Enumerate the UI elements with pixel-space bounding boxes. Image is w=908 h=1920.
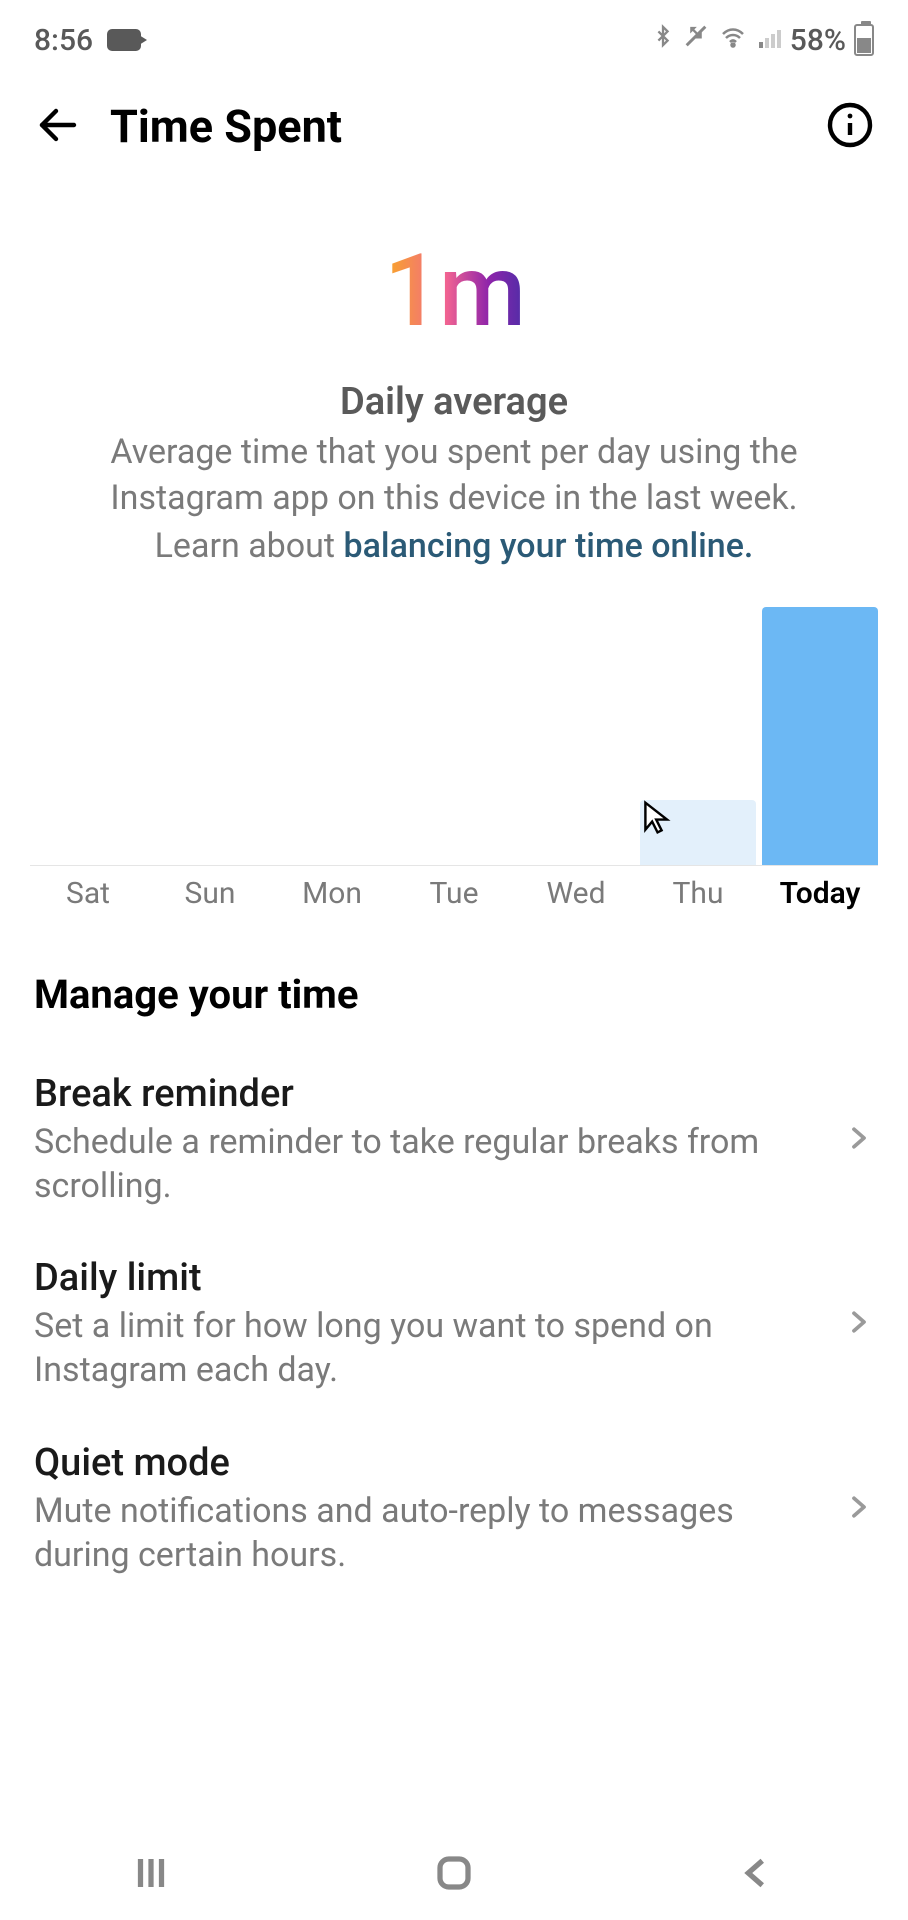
sysback-button[interactable] xyxy=(736,1852,778,1898)
settings-item[interactable]: Daily limitSet a limit for how long you … xyxy=(0,1232,908,1416)
settings-item[interactable]: Quiet modeMute notifications and auto-re… xyxy=(0,1417,908,1601)
settings-item[interactable]: Break reminderSchedule a reminder to tak… xyxy=(0,1048,908,1232)
settings-item-title: Break reminder xyxy=(34,1072,824,1116)
chart-label: Wed xyxy=(518,876,634,911)
chart-label: Sun xyxy=(152,876,268,911)
daily-average-value: 1m xyxy=(384,233,524,350)
chart-label: Today xyxy=(762,876,878,911)
home-button[interactable] xyxy=(433,1852,475,1898)
learn-link[interactable]: balancing your time online. xyxy=(343,526,753,566)
header: Time Spent xyxy=(0,80,908,193)
summary-section: 1m Daily average Average time that you s… xyxy=(0,193,908,576)
manage-section-title: Manage your time xyxy=(0,911,908,1048)
daily-average-label: Daily average xyxy=(40,380,868,424)
learn-prefix: Learn about xyxy=(155,526,344,566)
chart-bar[interactable] xyxy=(640,800,756,865)
settings-item-sub: Mute notifications and auto-reply to mes… xyxy=(34,1489,824,1577)
chevron-right-icon xyxy=(844,1492,874,1526)
status-time: 8:56 xyxy=(34,23,93,58)
back-button[interactable] xyxy=(34,101,82,153)
recents-button[interactable] xyxy=(130,1852,172,1898)
system-nav-bar xyxy=(0,1830,908,1920)
info-button[interactable] xyxy=(826,101,874,153)
settings-item-sub: Schedule a reminder to take regular brea… xyxy=(34,1120,824,1208)
status-bar: 8:56 58% xyxy=(0,0,908,80)
settings-item-title: Quiet mode xyxy=(34,1441,824,1485)
chart-label: Thu xyxy=(640,876,756,911)
battery-text: 58% xyxy=(790,23,846,58)
wifi-icon xyxy=(718,23,748,58)
chart-label: Mon xyxy=(274,876,390,911)
weekly-chart: SatSunMonTueWedThuToday xyxy=(0,576,908,911)
signal-icon xyxy=(756,23,782,58)
chart-bar[interactable] xyxy=(762,607,878,865)
battery-icon xyxy=(854,24,874,56)
chart-label: Sat xyxy=(30,876,146,911)
page-title: Time Spent xyxy=(110,100,798,153)
settings-item-sub: Set a limit for how long you want to spe… xyxy=(34,1304,824,1392)
camera-icon xyxy=(107,29,141,51)
learn-line: Learn about balancing your time online. xyxy=(40,526,868,566)
chevron-right-icon xyxy=(844,1307,874,1341)
settings-item-title: Daily limit xyxy=(34,1256,824,1300)
bluetooth-icon xyxy=(652,22,674,58)
chevron-right-icon xyxy=(844,1123,874,1157)
vibrate-icon xyxy=(682,22,710,58)
chart-label: Tue xyxy=(396,876,512,911)
daily-average-description: Average time that you spent per day usin… xyxy=(40,430,868,522)
